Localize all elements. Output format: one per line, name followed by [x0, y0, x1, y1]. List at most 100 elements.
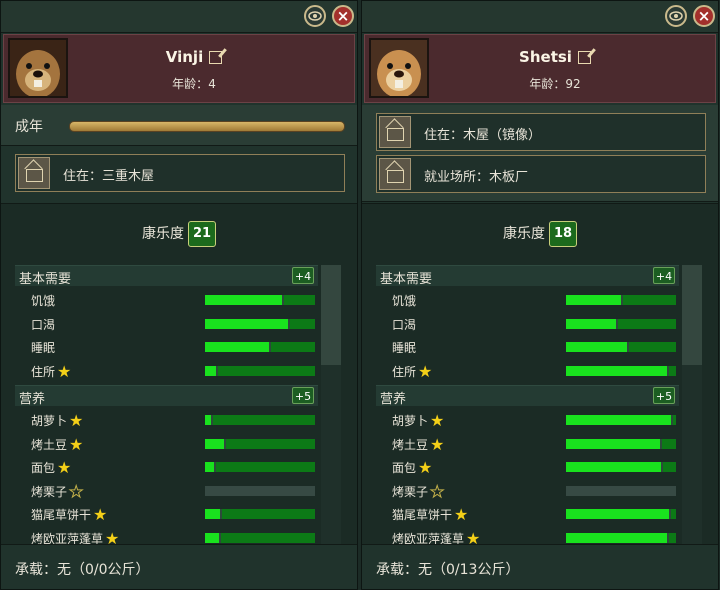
need-label: 胡萝卜 ★	[392, 412, 444, 429]
need-bar-fill	[566, 342, 627, 352]
need-row[interactable]: 面包 ★	[376, 456, 679, 478]
need-bar	[566, 438, 676, 449]
need-row[interactable]: 口渴	[15, 313, 318, 335]
need-bar-remaining	[629, 342, 676, 352]
close-icon[interactable]: ×	[693, 5, 715, 27]
need-bar	[566, 415, 676, 425]
avatar	[8, 38, 68, 98]
need-label-text: 猫尾草饼干	[31, 508, 92, 522]
life-stage-row: 成年	[1, 105, 357, 146]
home-info[interactable]: 住在：三重木屋	[15, 154, 345, 192]
need-label: 猫尾草饼干 ★	[392, 506, 468, 523]
life-stage-bar	[69, 121, 345, 132]
need-label: 睡眠	[31, 339, 55, 356]
need-row[interactable]: 烤栗子 ★	[376, 480, 679, 502]
edit-icon[interactable]	[577, 51, 591, 64]
need-bar-remaining	[226, 438, 315, 449]
need-bar-remaining	[216, 462, 315, 472]
need-row[interactable]: 饥饿	[15, 289, 318, 311]
scrollbar-thumb[interactable]	[682, 265, 702, 365]
section-bonus-badge: +4	[292, 267, 314, 284]
carry-footer: 承载：无（0/13公斤）	[362, 544, 718, 589]
need-bar	[205, 365, 315, 376]
need-label-text: 饥饿	[392, 294, 417, 308]
need-bar	[566, 295, 676, 305]
need-bar-fill	[205, 532, 219, 543]
need-bar-remaining	[669, 365, 676, 376]
need-bar	[205, 342, 315, 352]
star-icon: ★	[57, 361, 72, 381]
needs-section-header[interactable]: 基本需要 +4	[376, 265, 679, 287]
need-label-text: 烤土豆	[31, 437, 68, 452]
need-label: 烤土豆 ★	[31, 436, 83, 453]
need-bar-remaining	[221, 532, 315, 543]
need-bar-remaining	[673, 415, 676, 425]
star-icon: ★	[69, 434, 84, 454]
need-bar-remaining	[271, 342, 315, 352]
eye-icon[interactable]	[304, 5, 326, 27]
need-label: 猫尾草饼干 ★	[31, 506, 107, 523]
need-label-text: 面包	[31, 461, 56, 475]
need-row[interactable]: 胡萝卜 ★	[376, 409, 679, 431]
life-stage-label: 成年	[15, 119, 43, 135]
need-bar-remaining	[671, 509, 676, 519]
eye-icon[interactable]	[665, 5, 687, 27]
need-label: 胡萝卜 ★	[31, 412, 83, 429]
need-row[interactable]: 口渴	[376, 313, 679, 335]
beaver-panel-shetsi: × Shetsi 年龄：92 住在：木屋（镜像） 就业场所：木板厂 康乐度 18 …	[361, 0, 719, 590]
house-icon	[18, 157, 50, 189]
carry-text: 承载：无（0/13公斤）	[376, 562, 520, 578]
need-label-text: 烤栗子	[392, 484, 429, 499]
need-row[interactable]: 住所 ★	[376, 360, 679, 382]
need-row[interactable]: 猫尾草饼干 ★	[15, 503, 318, 525]
edit-icon[interactable]	[209, 51, 223, 64]
home-info[interactable]: 住在：木屋（镜像）	[376, 113, 706, 151]
need-bar	[205, 415, 315, 425]
need-label-text: 口渴	[392, 317, 417, 332]
need-label: 烤栗子 ★	[392, 483, 445, 500]
need-row[interactable]: 胡萝卜 ★	[15, 409, 318, 431]
need-row[interactable]: 睡眠	[15, 336, 318, 358]
need-bar	[205, 509, 315, 519]
age-label: 年龄：	[172, 77, 209, 91]
star-icon: ★	[418, 361, 433, 381]
home-text: 住在：木屋（镜像）	[424, 128, 542, 143]
scrollbar-thumb[interactable]	[321, 265, 341, 365]
workplace-info[interactable]: 就业场所：木板厂	[376, 155, 706, 193]
carry-footer: 承载：无（0/0公斤）	[1, 544, 357, 589]
wellbeing-label: 康乐度	[503, 226, 545, 242]
need-row[interactable]: 饥饿	[376, 289, 679, 311]
star-icon: ★	[93, 505, 108, 524]
need-bar-fill	[566, 415, 671, 425]
star-icon: ★	[430, 434, 445, 454]
age-row: 年龄：4	[74, 75, 314, 92]
need-row[interactable]: 住所 ★	[15, 360, 318, 382]
need-bar-fill	[566, 438, 660, 449]
house-icon	[379, 116, 411, 148]
need-label-text: 胡萝卜	[392, 414, 429, 428]
need-label-text: 胡萝卜	[31, 414, 68, 428]
avatar	[369, 38, 429, 98]
needs-section-header[interactable]: 营养 +5	[376, 385, 679, 407]
need-bar-fill	[205, 438, 224, 449]
need-label: 饥饿	[392, 292, 416, 309]
need-label-text: 烤栗子	[31, 484, 68, 499]
need-row[interactable]: 烤土豆 ★	[376, 433, 679, 455]
need-row[interactable]: 烤栗子 ★	[15, 480, 318, 502]
need-bar-fill	[205, 462, 214, 472]
close-icon[interactable]: ×	[332, 5, 354, 27]
need-row[interactable]: 睡眠	[376, 336, 679, 358]
wellbeing-badge: 21	[188, 221, 216, 247]
need-bar-fill	[566, 509, 669, 519]
need-label: 面包 ★	[392, 459, 432, 476]
need-label-text: 猫尾草饼干	[392, 508, 453, 522]
need-row[interactable]: 猫尾草饼干 ★	[376, 503, 679, 525]
need-label: 口渴	[31, 316, 55, 333]
needs-section-header[interactable]: 基本需要 +4	[15, 265, 318, 287]
needs-section-header[interactable]: 营养 +5	[15, 385, 318, 407]
section-title: 营养	[380, 392, 407, 407]
need-bar	[566, 365, 676, 376]
need-row[interactable]: 烤土豆 ★	[15, 433, 318, 455]
beaver-header: Shetsi 年龄：92	[364, 34, 716, 103]
need-row[interactable]: 面包 ★	[15, 456, 318, 478]
